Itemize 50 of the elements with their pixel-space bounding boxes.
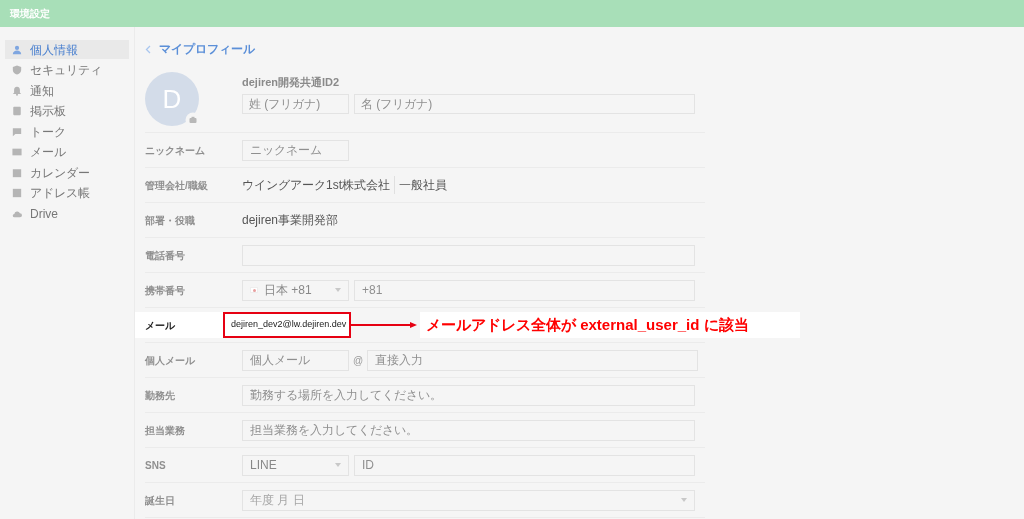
back-link[interactable]: マイプロフィール (159, 40, 255, 58)
field-label: 勤務先 (145, 388, 176, 403)
shield-icon (12, 65, 22, 75)
input-field[interactable]: 個人メール (242, 349, 349, 371)
field-label: 個人メール (145, 353, 196, 368)
select-dropdown[interactable]: 年度 月 日 (242, 489, 695, 511)
last-kana-field[interactable]: 姓 (フリガナ) (242, 94, 349, 114)
select-dropdown[interactable]: LINE (242, 454, 349, 476)
header-title: 環境設定 (10, 7, 50, 21)
field-label: 誕生日 (145, 493, 176, 508)
field-label: 担当業務 (145, 423, 186, 438)
input-field[interactable]: 担当業務を入力してください。 (242, 419, 695, 441)
field-label: 管理会社/職級 (145, 178, 209, 193)
field-value: 一般社員 (394, 176, 447, 194)
input-field[interactable]: ニックネーム (242, 139, 349, 161)
flag-icon (250, 287, 258, 293)
back-chevron-icon[interactable] (145, 44, 151, 54)
display-name: dejiren開発共通ID2 (242, 75, 341, 90)
sidebar-item[interactable]: アドレス帳 (5, 183, 129, 203)
input-field[interactable]: 直接入力 (367, 349, 699, 371)
bell-icon (12, 85, 22, 96)
at-sign: @ (353, 353, 364, 368)
field-value: ウイングアーク1st株式会社 (242, 177, 390, 194)
caret-icon (335, 463, 341, 467)
sidebar-item[interactable]: セキュリティ (5, 60, 129, 80)
input-field[interactable]: ID (354, 454, 695, 476)
sidebar-item[interactable]: 通知 (5, 81, 129, 100)
chat-bubble-icon (12, 126, 22, 137)
sidebar-item[interactable]: 個人情報 (5, 40, 129, 59)
select-dropdown[interactable]: 日本 +81 (242, 279, 349, 301)
caret-icon (335, 288, 341, 292)
first-kana-field[interactable]: 名 (フリガナ) (354, 94, 695, 114)
input-field[interactable]: +81 (354, 279, 695, 301)
field-label: ニックネーム (145, 143, 206, 158)
email-value: dejiren_dev2@lw.dejiren.dev (223, 312, 351, 338)
field-label: 部署・役職 (145, 213, 196, 228)
sidebar-item[interactable]: Drive (5, 204, 129, 223)
field-label: SNS (145, 458, 167, 473)
sidebar-item[interactable]: カレンダー (5, 163, 129, 182)
user-icon (12, 44, 22, 55)
sidebar-item[interactable]: メール (5, 142, 129, 162)
field-value: dejiren事業開発部 (242, 212, 339, 229)
cloud-icon (12, 208, 22, 219)
field-label: 携帯番号 (145, 283, 186, 298)
sidebar-item[interactable]: トーク (5, 122, 129, 141)
sidebar-item[interactable]: 掲示板 (5, 101, 129, 121)
field-label: 電話番号 (145, 248, 186, 263)
input-field[interactable]: 勤務する場所を入力してください。 (242, 384, 695, 406)
callout-text: メールアドレス全体が external_user_id に該当 (420, 312, 800, 338)
caret-icon (681, 498, 687, 502)
